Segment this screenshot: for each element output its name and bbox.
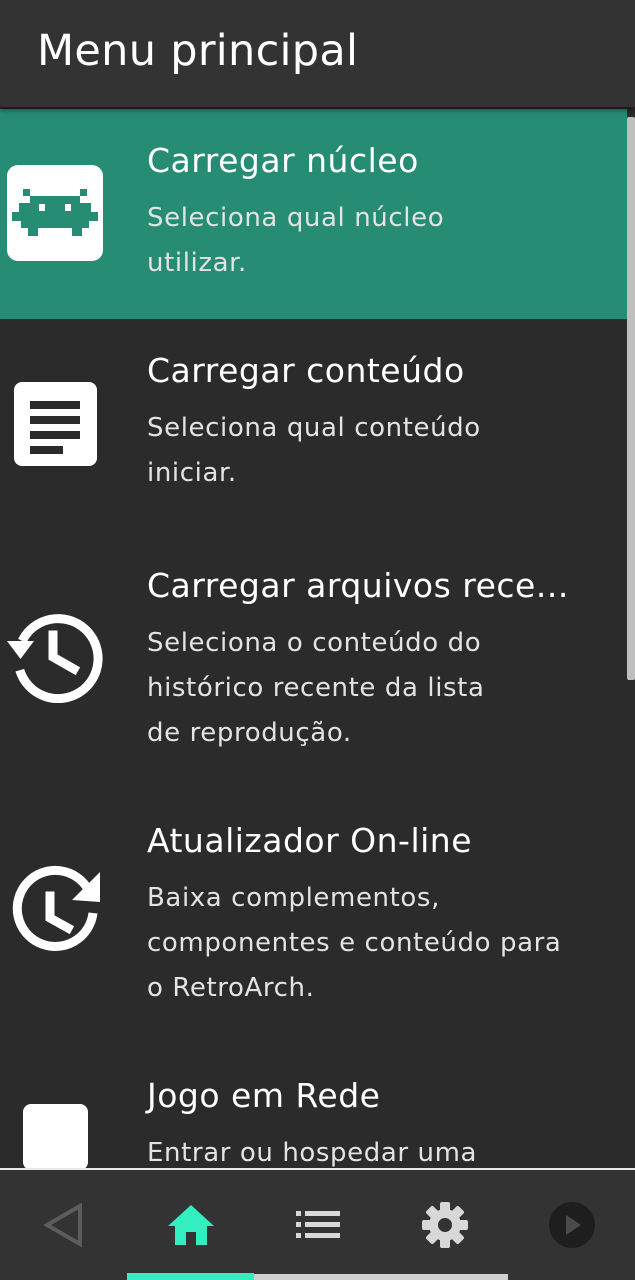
tabbar-divider [0, 1168, 635, 1170]
menu-item-description: utilizar. [147, 248, 247, 278]
menu-item-description: Entrar ou hospedar uma [147, 1138, 478, 1168]
menu-item-title: Atualizador On-line [147, 821, 472, 860]
home-icon [167, 1205, 214, 1245]
menu-item-description: o RetroArch. [147, 973, 315, 1003]
tab-run[interactable] [508, 1170, 635, 1280]
menu-item-title: Jogo em Rede [147, 1076, 381, 1115]
netplay-icon [20, 1101, 118, 1169]
page-title: Menu principal [37, 26, 359, 76]
menu-scrollbar[interactable] [627, 117, 635, 680]
menu-item-online-updater[interactable]: Atualizador On-line Baixa complementos, … [0, 789, 627, 1044]
menu-item-title: Carregar núcleo [147, 141, 419, 180]
menu-item-description: Seleciona o conteúdo do [147, 628, 482, 658]
retroarch-invader-icon [6, 164, 104, 262]
menu-item-title: Carregar arquivos rece... [147, 566, 569, 605]
back-triangle-icon [42, 1203, 82, 1247]
active-tab-indicator [127, 1273, 254, 1280]
history-icon [6, 605, 104, 703]
tab-playlists[interactable] [254, 1170, 381, 1280]
app-window: Menu principal Carregar núcleo Seleciona… [0, 0, 635, 1280]
settings-gear-icon [421, 1202, 468, 1248]
tab-main-menu[interactable] [127, 1170, 254, 1280]
menu-item-netplay[interactable]: Jogo em Rede Entrar ou hospedar uma [0, 1044, 627, 1169]
menu-item-title: Carregar conteúdo [147, 351, 465, 390]
list-icon [295, 1211, 340, 1238]
menu-item-description: Seleciona qual conteúdo [147, 413, 481, 443]
main-menu-list: Carregar núcleo Seleciona qual núcleo ut… [0, 109, 635, 1169]
menu-item-description: de reprodução. [147, 718, 352, 748]
menu-item-description: Baixa complementos, [147, 883, 440, 913]
menu-item-load-history[interactable]: Carregar arquivos rece... Seleciona o co… [0, 534, 627, 789]
bottom-tab-bar [0, 1170, 635, 1280]
menu-item-description: componentes e conteúdo para [147, 928, 562, 958]
menu-item-load-content[interactable]: Carregar conteúdo Seleciona qual conteúd… [0, 319, 627, 534]
tab-back[interactable] [0, 1170, 127, 1280]
header-bar: Menu principal [0, 0, 635, 107]
document-icon [6, 376, 104, 474]
menu-item-description: Seleciona qual núcleo [147, 203, 445, 233]
tab-indicator-track [254, 1274, 508, 1280]
tab-settings[interactable] [381, 1170, 508, 1280]
menu-item-load-core[interactable]: Carregar núcleo Seleciona qual núcleo ut… [0, 109, 627, 319]
menu-item-description: histórico recente da lista [147, 673, 485, 703]
menu-item-description: iniciar. [147, 458, 237, 488]
play-circle-icon [548, 1202, 595, 1248]
online-updater-icon [8, 862, 106, 960]
